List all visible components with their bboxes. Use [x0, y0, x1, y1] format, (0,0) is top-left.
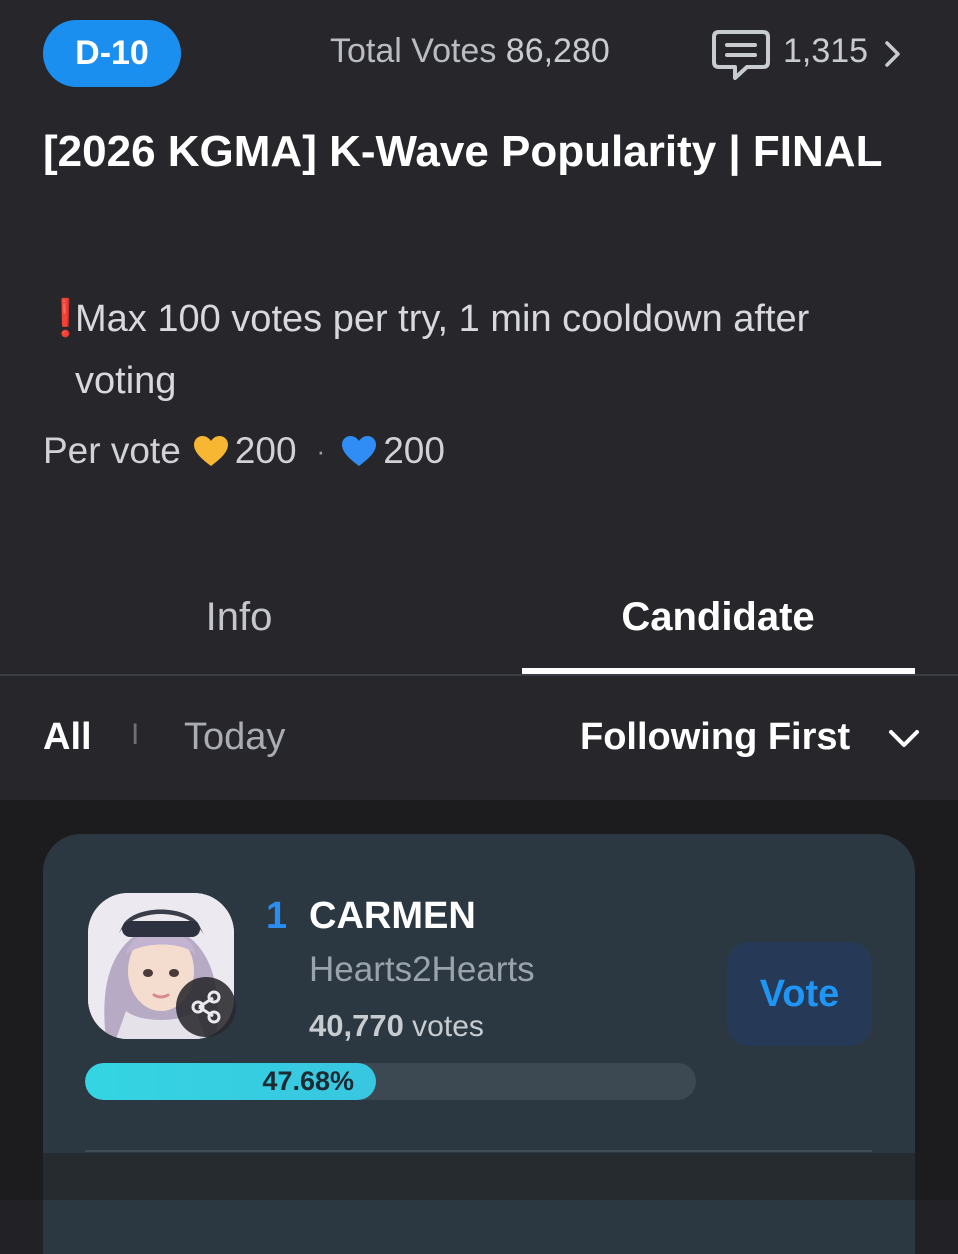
heart-blue-icon: [342, 436, 377, 466]
candidate-group: Hearts2Hearts: [309, 950, 535, 989]
total-votes: Total Votes 86,280: [330, 32, 610, 71]
dday-badge: D-10: [43, 20, 181, 87]
filter-row: All I Today Following First: [0, 676, 958, 800]
filter-separator: I: [131, 718, 140, 751]
comment-count[interactable]: 1,315: [783, 32, 868, 71]
active-tab-indicator: [522, 668, 915, 674]
tab-info[interactable]: Info: [21, 560, 457, 674]
candidate-votes-number: 40,770: [309, 1008, 404, 1043]
card-divider: [85, 1150, 872, 1152]
cost-gold: 200: [234, 430, 297, 471]
next-card-peek: [43, 1153, 915, 1200]
vote-percent: 47.68%: [262, 1066, 354, 1096]
filter-all[interactable]: All: [43, 716, 92, 759]
notice-text: Max 100 votes per try, 1 min cooldown af…: [75, 298, 810, 402]
share-button[interactable]: [176, 977, 236, 1037]
share-icon: [191, 990, 221, 1024]
comment-icon[interactable]: [711, 28, 771, 82]
candidate-votes: 40,770 votes: [309, 1008, 484, 1044]
per-vote-label: Per vote: [43, 430, 181, 471]
chevron-right-icon[interactable]: [882, 39, 904, 69]
cost-separator: ·: [316, 435, 326, 466]
per-vote-cost: Per vote 200 · 200: [43, 430, 445, 472]
vote-button[interactable]: Vote: [727, 942, 872, 1046]
exclamation-icon: ❗: [43, 297, 88, 338]
sort-dropdown[interactable]: Following First: [580, 716, 850, 759]
tab-bar: Info Candidate: [0, 560, 958, 676]
tab-candidate[interactable]: Candidate: [522, 560, 914, 674]
total-votes-label: Total Votes: [330, 32, 497, 70]
heart-gold-icon: [193, 436, 228, 466]
chevron-down-icon[interactable]: [887, 727, 921, 751]
total-votes-value: 86,280: [505, 32, 610, 70]
candidate-name: CARMEN: [309, 895, 476, 937]
candidate-votes-unit: votes: [412, 1010, 484, 1043]
candidate-rank: 1: [266, 895, 288, 937]
filter-today[interactable]: Today: [184, 716, 285, 759]
vote-notice: ❗ Max 100 votes per try, 1 min cooldown …: [43, 288, 913, 412]
event-title: [2026 KGMA] K-Wave Popularity | FINAL: [43, 127, 883, 176]
cost-blue: 200: [383, 430, 445, 471]
